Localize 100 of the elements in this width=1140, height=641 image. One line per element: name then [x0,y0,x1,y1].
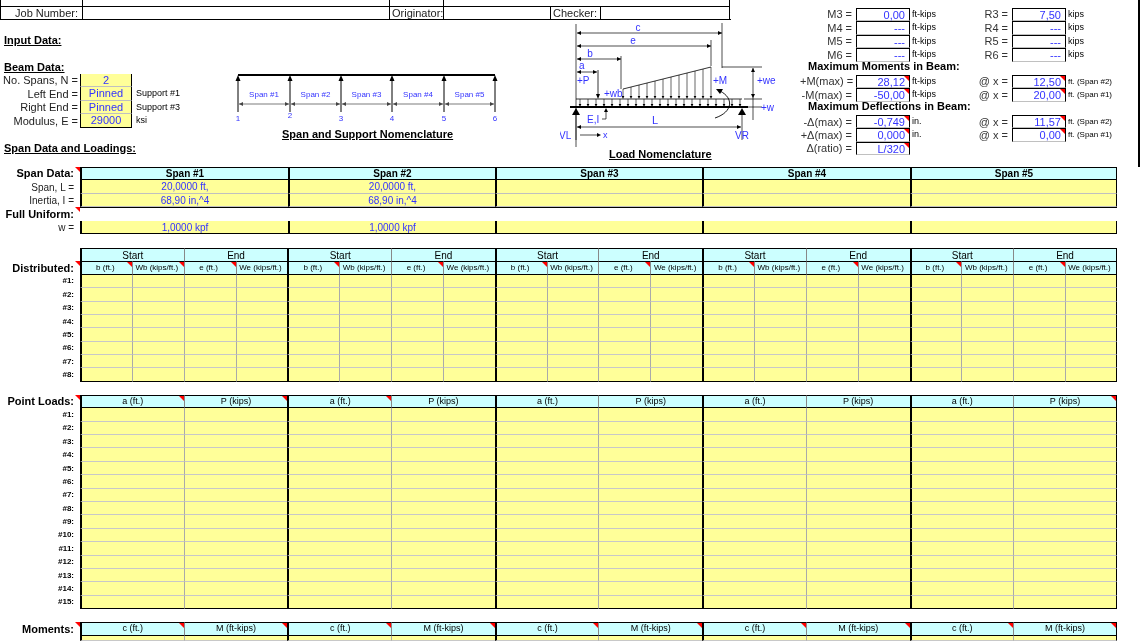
column-header: M (ft-kips) [630,622,671,636]
group-header: End [391,247,495,262]
comment-marker-icon [904,89,909,95]
input-cell [909,368,962,382]
unit-label: ft-kips [911,7,937,21]
input-cell [857,355,910,369]
column-header: Wb (kips/ft.) [964,262,1008,275]
span-label: Span #1 [249,90,279,99]
load-label: +we [757,75,776,86]
result-value: -50,00 [873,89,905,102]
row-label: Span Data: [16,166,74,182]
dimension-label: L [651,114,659,126]
column-header: b (ft.) [510,262,530,275]
comment-marker-icon [75,207,80,213]
input-field[interactable]: 2 [80,74,132,88]
row-label: #15: [58,596,74,609]
input-cell [598,368,651,382]
input-cell [598,355,651,369]
dimension-label: b [587,48,593,59]
axis-arrow [579,133,601,137]
input-cell [235,355,288,369]
input-cell [339,328,392,342]
column-header: Span #3 [495,167,702,181]
column-header: We (kips/ft.) [861,262,904,275]
row-label: #14: [58,583,74,595]
section-heading: Maximum Deflections in Beam: [808,100,971,114]
input-cell [702,368,754,382]
column-header: e (ft.) [199,262,218,275]
input-cell [391,355,443,369]
unit-label: Support #1 [135,87,181,101]
result-label: M4 = [826,20,853,36]
group-header: Start [287,247,392,262]
dimension-arrow [576,57,622,61]
column-header: P (kips) [843,394,874,408]
input-cell [442,355,495,369]
row-label: #13: [58,569,74,582]
input-cell [753,355,806,369]
comment-marker-icon [1060,129,1065,135]
row-label: Full Uniform: [5,206,74,222]
row-label: w = [58,220,74,235]
input-cell [546,368,599,382]
input-cell [805,328,858,342]
comment-marker-icon [904,75,909,81]
input-cell [961,355,1014,369]
input-cell [546,328,599,342]
input-cell [546,355,599,369]
column-header: We (kips/ft.) [239,262,282,275]
input-field[interactable]: 29000 [80,114,132,128]
row-label: #4: [62,315,74,328]
column-header: e (ft.) [821,262,841,275]
input-cell [598,328,651,342]
span-label: Span #3 [351,90,382,99]
input-cell [909,328,962,342]
moment-arrow [714,89,730,119]
section-heading: Beam Data: [3,60,65,74]
column-header: We (kips/ft.) [446,262,490,275]
load-arrow [596,69,600,99]
load-label: +P [577,75,590,86]
unit-label: ft. (Span #1) [1067,129,1114,142]
section-heading: Input Data: [3,33,62,47]
span-label: Span #4 [403,90,433,99]
input-cell [287,368,340,382]
column-header: c (ft.) [537,622,558,636]
support-arrow [287,75,293,113]
result-value: 7,50 [1039,8,1061,21]
result-value: 0,00 [1039,129,1061,142]
input-cell [183,288,236,302]
input-cell [80,328,132,342]
input-cell [961,328,1014,342]
input-cell: 1,0000 kpf [288,220,495,234]
group-header: Start [702,247,806,262]
result-label: M6 = [826,47,853,62]
input-field[interactable]: Pinned [80,87,132,101]
input-cell [287,355,340,369]
column-header: b (ft.) [718,262,737,275]
input-cell [650,355,703,369]
load-label: +w [761,102,775,113]
input-cell: 1,0000 kpf [80,220,288,234]
column-header: a (ft.) [951,394,973,408]
row-label: #2: [62,422,74,435]
result-value: L/320 [877,142,905,155]
input-cell [546,288,599,302]
group-header: Start [909,247,1014,262]
result-label: +M(max) = [800,74,855,90]
result-value: --- [894,35,905,48]
support-arrow [338,75,344,113]
row-label: #8: [62,369,74,382]
input-cell [494,328,547,342]
extension-line [620,55,622,90]
column-header: Wb (kips/ft.) [550,262,593,275]
column-header: M (ft-kips) [216,622,257,636]
column-header: e (ft.) [1028,262,1048,275]
column-header: We (kips/ft.) [1068,262,1111,275]
input-cell [183,355,236,369]
result-value: 0,00 [883,8,905,21]
extension-line [710,39,712,67]
row-label: #12: [58,556,74,569]
row-label: Span, L = [31,180,74,195]
extension-line [575,139,577,147]
result-value: --- [894,22,905,35]
